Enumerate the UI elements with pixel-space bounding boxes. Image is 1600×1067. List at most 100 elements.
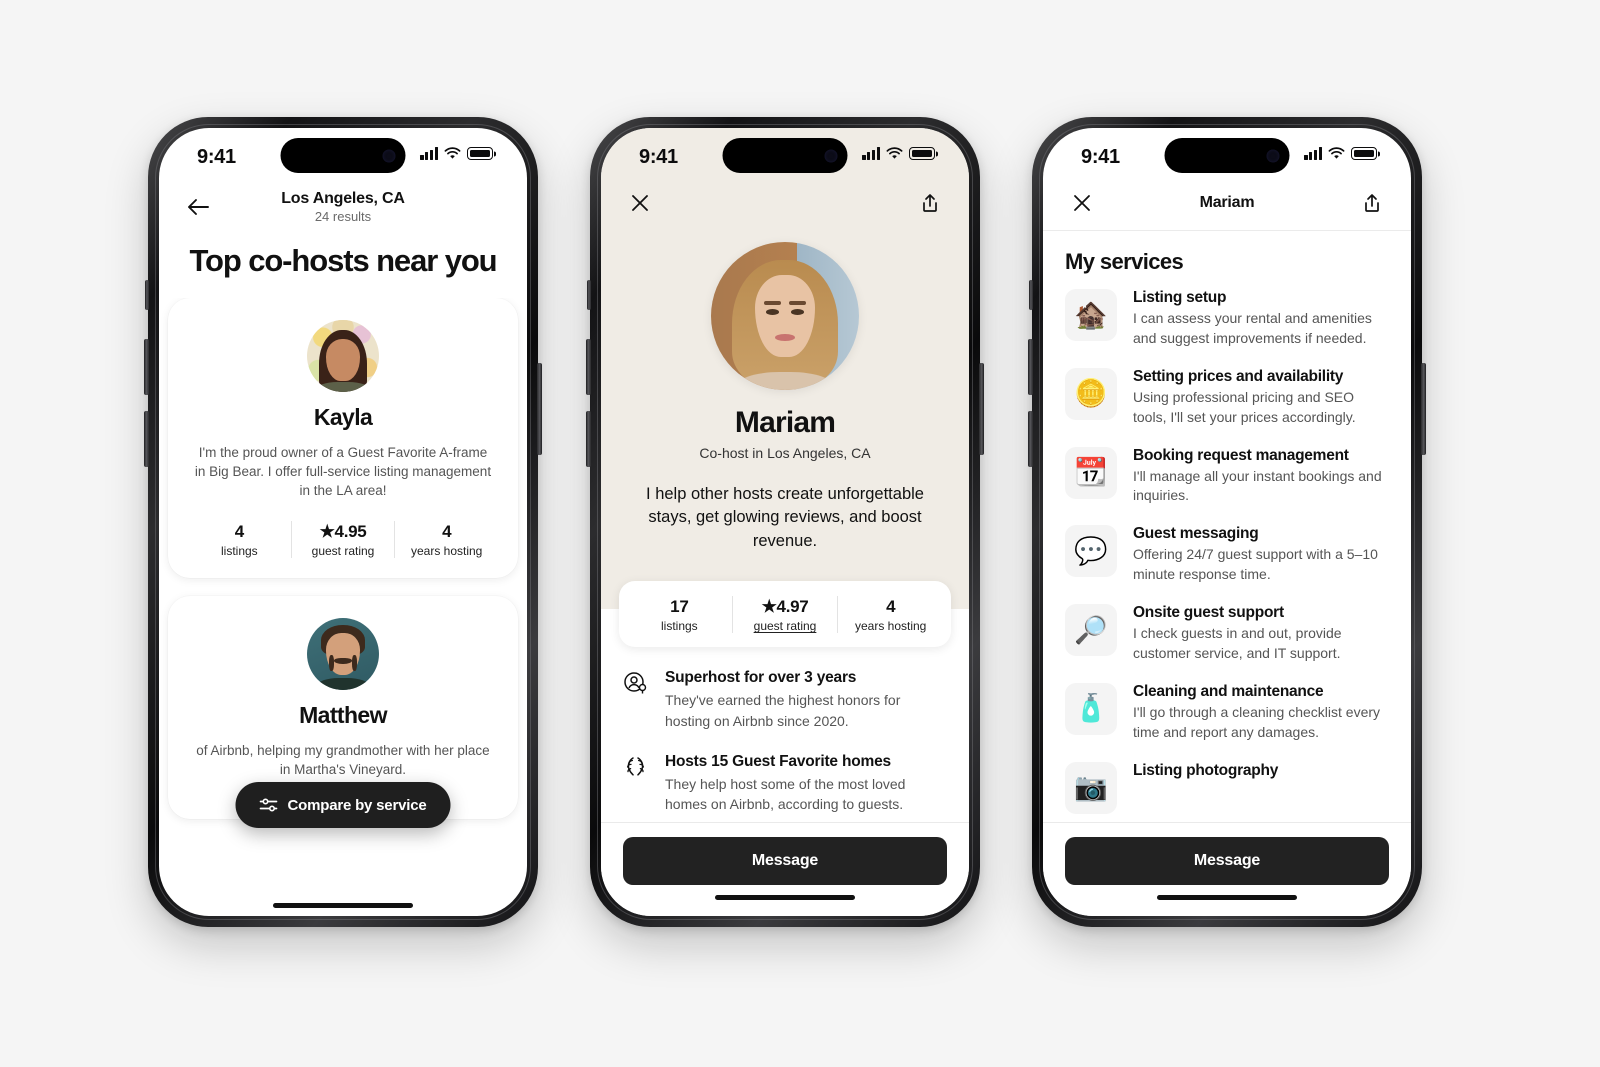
phone-1-search-results: 9:41 Los Angeles, CA 24 results Top co-h… — [144, 117, 542, 927]
phone-3-action-bar: Message — [1043, 822, 1411, 916]
cellular-signal-icon — [420, 147, 438, 160]
profile-highlights: Superhost for over 3 years They've earne… — [601, 647, 969, 822]
service-row[interactable]: 📷 Listing photography — [1065, 761, 1389, 814]
page-title: Top co-hosts near you — [189, 243, 497, 278]
section-title: My services — [1065, 249, 1184, 274]
navbar-spacer — [475, 194, 501, 220]
calendar-icon: 📆 — [1065, 446, 1117, 499]
phone-2-cohost-profile: 9:41 Mariam Co-host in Los Angeles, CA I… — [586, 117, 984, 927]
message-button[interactable]: Message — [1065, 837, 1389, 885]
home-indicator[interactable] — [273, 903, 413, 908]
search-results-view: 9:41 Los Angeles, CA 24 results Top co-h… — [159, 128, 527, 916]
co-host-bio: I'm the proud owner of a Guest Favorite … — [194, 445, 492, 499]
volume-up-button[interactable] — [144, 339, 149, 395]
co-host-stats: 4 listings ★4.95 guest rating 4 years ho… — [188, 520, 498, 558]
silence-switch[interactable] — [587, 280, 591, 310]
phone-2-navbar — [601, 184, 969, 230]
cellular-signal-icon — [1304, 147, 1322, 160]
volume-up-button[interactable] — [1028, 339, 1033, 395]
profile-hero: Mariam Co-host in Los Angeles, CA I help… — [601, 230, 969, 553]
service-row[interactable]: 🔎 Onsite guest support I check guests in… — [1065, 604, 1389, 664]
service-body: I can assess your rental and amenities a… — [1133, 310, 1372, 346]
phone-3-navbar: Mariam — [1043, 184, 1411, 230]
stat-guest-rating: ★4.95 guest rating — [290, 520, 395, 558]
highlight-text: Superhost for over 3 years They've earne… — [665, 669, 947, 731]
service-title: Setting prices and availability — [1133, 367, 1344, 385]
service-text: Cleaning and maintenance I'll go through… — [1133, 683, 1389, 743]
stat-value: 17 — [670, 597, 689, 617]
spray-bottle-icon: 🧴 — [1065, 682, 1117, 735]
stat-label[interactable]: guest rating — [737, 619, 834, 633]
power-button[interactable] — [979, 363, 984, 455]
volume-up-button[interactable] — [586, 339, 591, 395]
service-row[interactable]: 🧴 Cleaning and maintenance I'll go throu… — [1065, 682, 1389, 743]
stat-years-hosting: 4 years hosting — [837, 596, 943, 634]
service-row[interactable]: 📆 Booking request management I'll manage… — [1065, 446, 1389, 507]
power-button[interactable] — [1421, 363, 1426, 455]
home-indicator[interactable] — [715, 895, 855, 900]
service-text: Guest messaging Offering 24/7 guest supp… — [1133, 525, 1389, 585]
status-bar-indicators — [862, 147, 935, 160]
my-services-view: 9:41 Mariam My services 🏚️ Listing setup… — [1043, 128, 1411, 916]
volume-down-button[interactable] — [586, 411, 591, 467]
profile-stats: 17 listings ★4.97 guest rating 4 years h… — [627, 596, 943, 634]
silence-switch[interactable] — [1029, 280, 1033, 310]
stat-listings: 4 listings — [188, 521, 291, 558]
compare-by-service-button[interactable]: Compare by service — [235, 782, 451, 828]
highlight-row: Superhost for over 3 years They've earne… — [623, 669, 947, 731]
share-button[interactable] — [917, 190, 943, 216]
tune-filter-icon — [259, 798, 278, 812]
service-row[interactable]: 🏚️ Listing setup I can assess your renta… — [1065, 289, 1389, 349]
front-camera-icon — [824, 149, 838, 162]
superhost-badge-icon — [623, 669, 649, 731]
stat-years-hosting: 4 years hosting — [394, 520, 498, 558]
close-button[interactable] — [1069, 190, 1095, 216]
stat-value: 4 — [234, 521, 244, 541]
service-text: Booking request management I'll manage a… — [1133, 447, 1389, 507]
phone-3-nav-center: Mariam — [1095, 194, 1359, 212]
cohost-profile-view: 9:41 Mariam Co-host in Los Angeles, CA I… — [601, 128, 969, 916]
stat-guest-rating[interactable]: ★4.97 guest rating — [731, 596, 838, 634]
share-button[interactable] — [1359, 190, 1385, 216]
status-bar: 9:41 — [1043, 128, 1411, 184]
highlight-title: Superhost for over 3 years — [665, 669, 857, 687]
back-button[interactable] — [185, 194, 211, 220]
volume-down-button[interactable] — [144, 411, 149, 467]
wifi-icon — [886, 147, 903, 159]
phone-1-navbar: Los Angeles, CA 24 results — [159, 184, 527, 238]
service-body: I check guests in and out, provide custo… — [1133, 625, 1342, 661]
service-title: Listing setup — [1133, 289, 1227, 306]
dynamic-island — [1164, 138, 1290, 173]
phone-1-screen: 9:41 Los Angeles, CA 24 results Top co-h… — [159, 128, 527, 916]
phone-2-action-bar: Message — [601, 822, 969, 916]
status-bar-indicators — [1304, 147, 1377, 160]
profile-nav-title: Mariam — [1199, 194, 1255, 211]
message-button[interactable]: Message — [623, 837, 947, 885]
silence-switch[interactable] — [145, 280, 149, 310]
service-title: Guest messaging — [1133, 525, 1259, 543]
service-title: Booking request management — [1133, 446, 1349, 464]
service-row[interactable]: 🪙 Setting prices and availability Using … — [1065, 367, 1389, 428]
volume-down-button[interactable] — [1028, 411, 1033, 467]
compare-by-service-label: Compare by service — [287, 796, 427, 814]
power-button[interactable] — [537, 363, 542, 455]
kayla-avatar — [307, 320, 379, 393]
home-indicator[interactable] — [1157, 895, 1297, 900]
stat-label: years hosting — [410, 543, 483, 558]
service-row[interactable]: 💬 Guest messaging Offering 24/7 guest su… — [1065, 525, 1389, 585]
services-list[interactable]: 🏚️ Listing setup I can assess your renta… — [1043, 289, 1411, 822]
stat-value: ★4.97 — [761, 597, 809, 617]
gold-coin-icon: 🪙 — [1065, 367, 1117, 420]
highlight-text: Hosts 15 Guest Favorite homes They help … — [665, 753, 947, 815]
phone-1-nav-center: Los Angeles, CA 24 results — [211, 190, 475, 224]
stat-label: guest rating — [311, 543, 375, 558]
search-location-title: Los Angeles, CA — [281, 190, 405, 207]
co-host-card[interactable]: Kayla I'm the proud owner of a Guest Fav… — [168, 298, 518, 578]
stat-listings: 17 listings — [627, 596, 732, 633]
service-title: Cleaning and maintenance — [1133, 682, 1324, 700]
profile-name: Mariam — [734, 406, 836, 439]
service-text: Listing setup I can assess your rental a… — [1133, 289, 1389, 349]
close-button[interactable] — [627, 190, 653, 216]
highlight-body: They help host some of the most loved ho… — [665, 775, 906, 813]
stat-label: years hosting — [854, 619, 927, 634]
